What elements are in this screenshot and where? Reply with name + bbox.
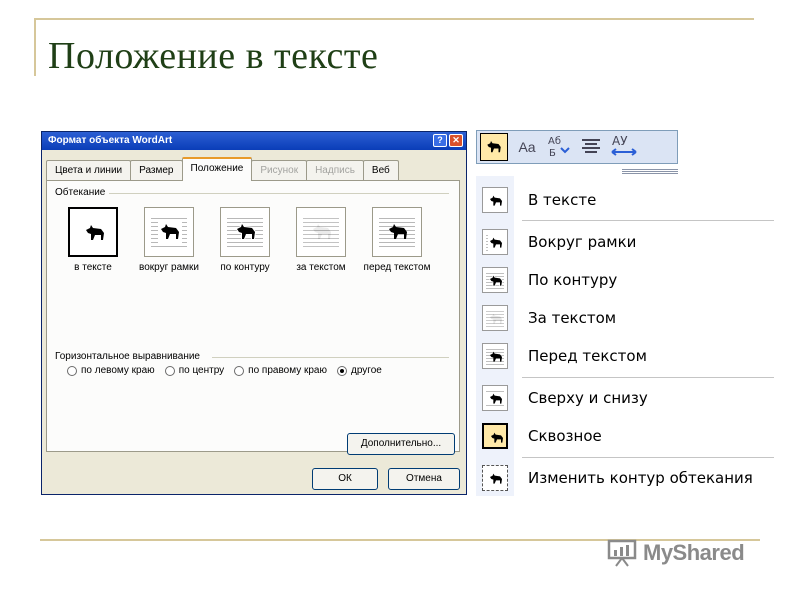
menu-item-square[interactable]: Вокруг рамки bbox=[476, 224, 776, 260]
align-other-radio[interactable]: другое bbox=[337, 365, 382, 376]
help-button[interactable]: ? bbox=[433, 134, 447, 147]
align-left-radio[interactable]: по левому краю bbox=[67, 365, 155, 376]
tab-size[interactable]: Размер bbox=[130, 160, 183, 181]
dog-icon bbox=[158, 220, 182, 244]
wrap-label-inline: в тексте bbox=[74, 262, 112, 273]
align-right-radio[interactable]: по правому краю bbox=[234, 365, 327, 376]
format-wordart-dialog: Формат объекта WordArt ? ✕ Цвета и линии… bbox=[41, 131, 467, 495]
advanced-button[interactable]: Дополнительно... bbox=[347, 433, 455, 455]
radio-dot bbox=[67, 365, 77, 376]
wordart-toolbar: Aa Аб Б АУ bbox=[476, 130, 678, 164]
menu-label: Вокруг рамки bbox=[528, 233, 637, 251]
text-wrapping-menu: В тексте Вокруг рамки По контуру За текс… bbox=[476, 176, 776, 496]
wrap-option-behind[interactable]: за текстом bbox=[283, 207, 359, 273]
edit-wrap-points-icon bbox=[482, 465, 508, 491]
svg-text:Б: Б bbox=[549, 148, 556, 159]
wrap-option-tight[interactable]: по контуру bbox=[207, 207, 283, 273]
wrap-behind-preview bbox=[296, 207, 346, 257]
menu-resize-grip[interactable] bbox=[622, 169, 678, 174]
align-right-label: по правому краю bbox=[248, 365, 327, 376]
wrap-icon[interactable] bbox=[480, 133, 508, 161]
tab-position[interactable]: Положение bbox=[181, 157, 253, 181]
menu-label: Изменить контур обтекания bbox=[528, 469, 753, 487]
align-left-label: по левому краю bbox=[81, 365, 155, 376]
wrap-label-behind: за текстом bbox=[296, 262, 346, 273]
in-line-wrap-icon bbox=[482, 187, 508, 213]
align-center-radio[interactable]: по центру bbox=[164, 365, 225, 376]
menu-item-behind-text[interactable]: За текстом bbox=[476, 300, 776, 336]
menu-label: Перед текстом bbox=[528, 347, 647, 365]
menu-separator bbox=[522, 377, 774, 378]
wrap-square-preview bbox=[144, 207, 194, 257]
menu-item-through[interactable]: Сквозное bbox=[476, 418, 776, 454]
dialog-tabs: Цвета и линии Размер Положение Рисунок Н… bbox=[46, 157, 399, 181]
menu-label: По контуру bbox=[528, 271, 618, 289]
cancel-button[interactable]: Отмена bbox=[388, 468, 460, 490]
wrap-label-square: вокруг рамки bbox=[139, 262, 199, 273]
behind-text-icon bbox=[482, 305, 508, 331]
through-wrap-icon bbox=[482, 423, 508, 449]
menu-label: Сквозное bbox=[528, 427, 602, 445]
text-same-height-icon[interactable]: Aa bbox=[514, 139, 540, 155]
wrap-front-preview bbox=[372, 207, 422, 257]
top-bottom-wrap-icon bbox=[482, 385, 508, 411]
in-front-text-icon bbox=[482, 343, 508, 369]
svg-text:Аб: Аб bbox=[548, 136, 561, 147]
tab-textbox: Надпись bbox=[306, 160, 364, 181]
dog-icon bbox=[235, 221, 257, 240]
square-wrap-icon bbox=[482, 229, 508, 255]
menu-label: Сверху и снизу bbox=[528, 389, 648, 407]
wrap-label-front: перед текстом bbox=[363, 262, 431, 273]
radio-dot-checked bbox=[337, 365, 347, 376]
menu-label: В тексте bbox=[528, 191, 597, 209]
menu-separator bbox=[522, 457, 774, 458]
menu-label: За текстом bbox=[528, 309, 617, 327]
dog-icon bbox=[389, 224, 407, 239]
align-group-divider bbox=[212, 357, 449, 358]
ok-button[interactable]: ОК bbox=[312, 468, 378, 490]
tab-picture: Рисунок bbox=[251, 160, 308, 181]
align-group-label: Горизонтальное выравнивание bbox=[55, 351, 204, 362]
character-spacing-icon[interactable]: АУ bbox=[610, 133, 637, 162]
menu-item-in-text[interactable]: В тексте bbox=[476, 182, 776, 218]
radio-dot bbox=[234, 365, 245, 376]
vertical-text-icon[interactable]: Аб Б bbox=[546, 133, 572, 162]
top-divider bbox=[34, 18, 754, 20]
menu-item-edit-wrap-points[interactable]: Изменить контур обтекания bbox=[476, 460, 776, 496]
menu-separator bbox=[522, 220, 774, 221]
radio-dot bbox=[164, 365, 175, 376]
close-button[interactable]: ✕ bbox=[449, 134, 463, 147]
menu-item-top-bottom[interactable]: Сверху и снизу bbox=[476, 380, 776, 416]
wrap-group-label: Обтекание bbox=[55, 187, 110, 198]
position-panel: Обтекание в тексте вокруг рамки по конту… bbox=[46, 180, 460, 455]
menu-item-in-front[interactable]: Перед текстом bbox=[476, 338, 776, 374]
myshared-logo: MyShared bbox=[607, 539, 745, 567]
presentation-icon bbox=[607, 539, 637, 567]
alignment-icon[interactable] bbox=[578, 137, 604, 158]
menu-item-tight[interactable]: По контуру bbox=[476, 262, 776, 298]
tab-colors-lines[interactable]: Цвета и линии bbox=[46, 160, 132, 181]
align-radio-group: по левому краю по центру по правому краю… bbox=[67, 365, 382, 376]
wrap-label-tight: по контуру bbox=[220, 262, 270, 273]
slide-title: Положение в тексте bbox=[48, 35, 379, 77]
dog-icon bbox=[86, 225, 104, 240]
svg-text:АУ: АУ bbox=[612, 134, 628, 148]
dialog-title: Формат объекта WordArt bbox=[48, 135, 173, 146]
left-divider bbox=[34, 18, 36, 76]
wrap-option-inline[interactable]: в тексте bbox=[55, 207, 131, 273]
tight-wrap-icon bbox=[482, 267, 508, 293]
wrap-group-divider bbox=[109, 193, 449, 194]
wrap-option-square[interactable]: вокруг рамки bbox=[131, 207, 207, 273]
tab-web[interactable]: Веб bbox=[362, 160, 399, 181]
align-center-label: по центру bbox=[178, 365, 225, 376]
dialog-titlebar: Формат объекта WordArt ? ✕ bbox=[42, 132, 466, 150]
logo-text: MyShared bbox=[643, 540, 745, 565]
wrap-inline-preview bbox=[68, 207, 118, 257]
wrap-option-front[interactable]: перед текстом bbox=[359, 207, 435, 273]
align-other-label: другое bbox=[351, 365, 382, 376]
wrap-tight-preview bbox=[220, 207, 270, 257]
